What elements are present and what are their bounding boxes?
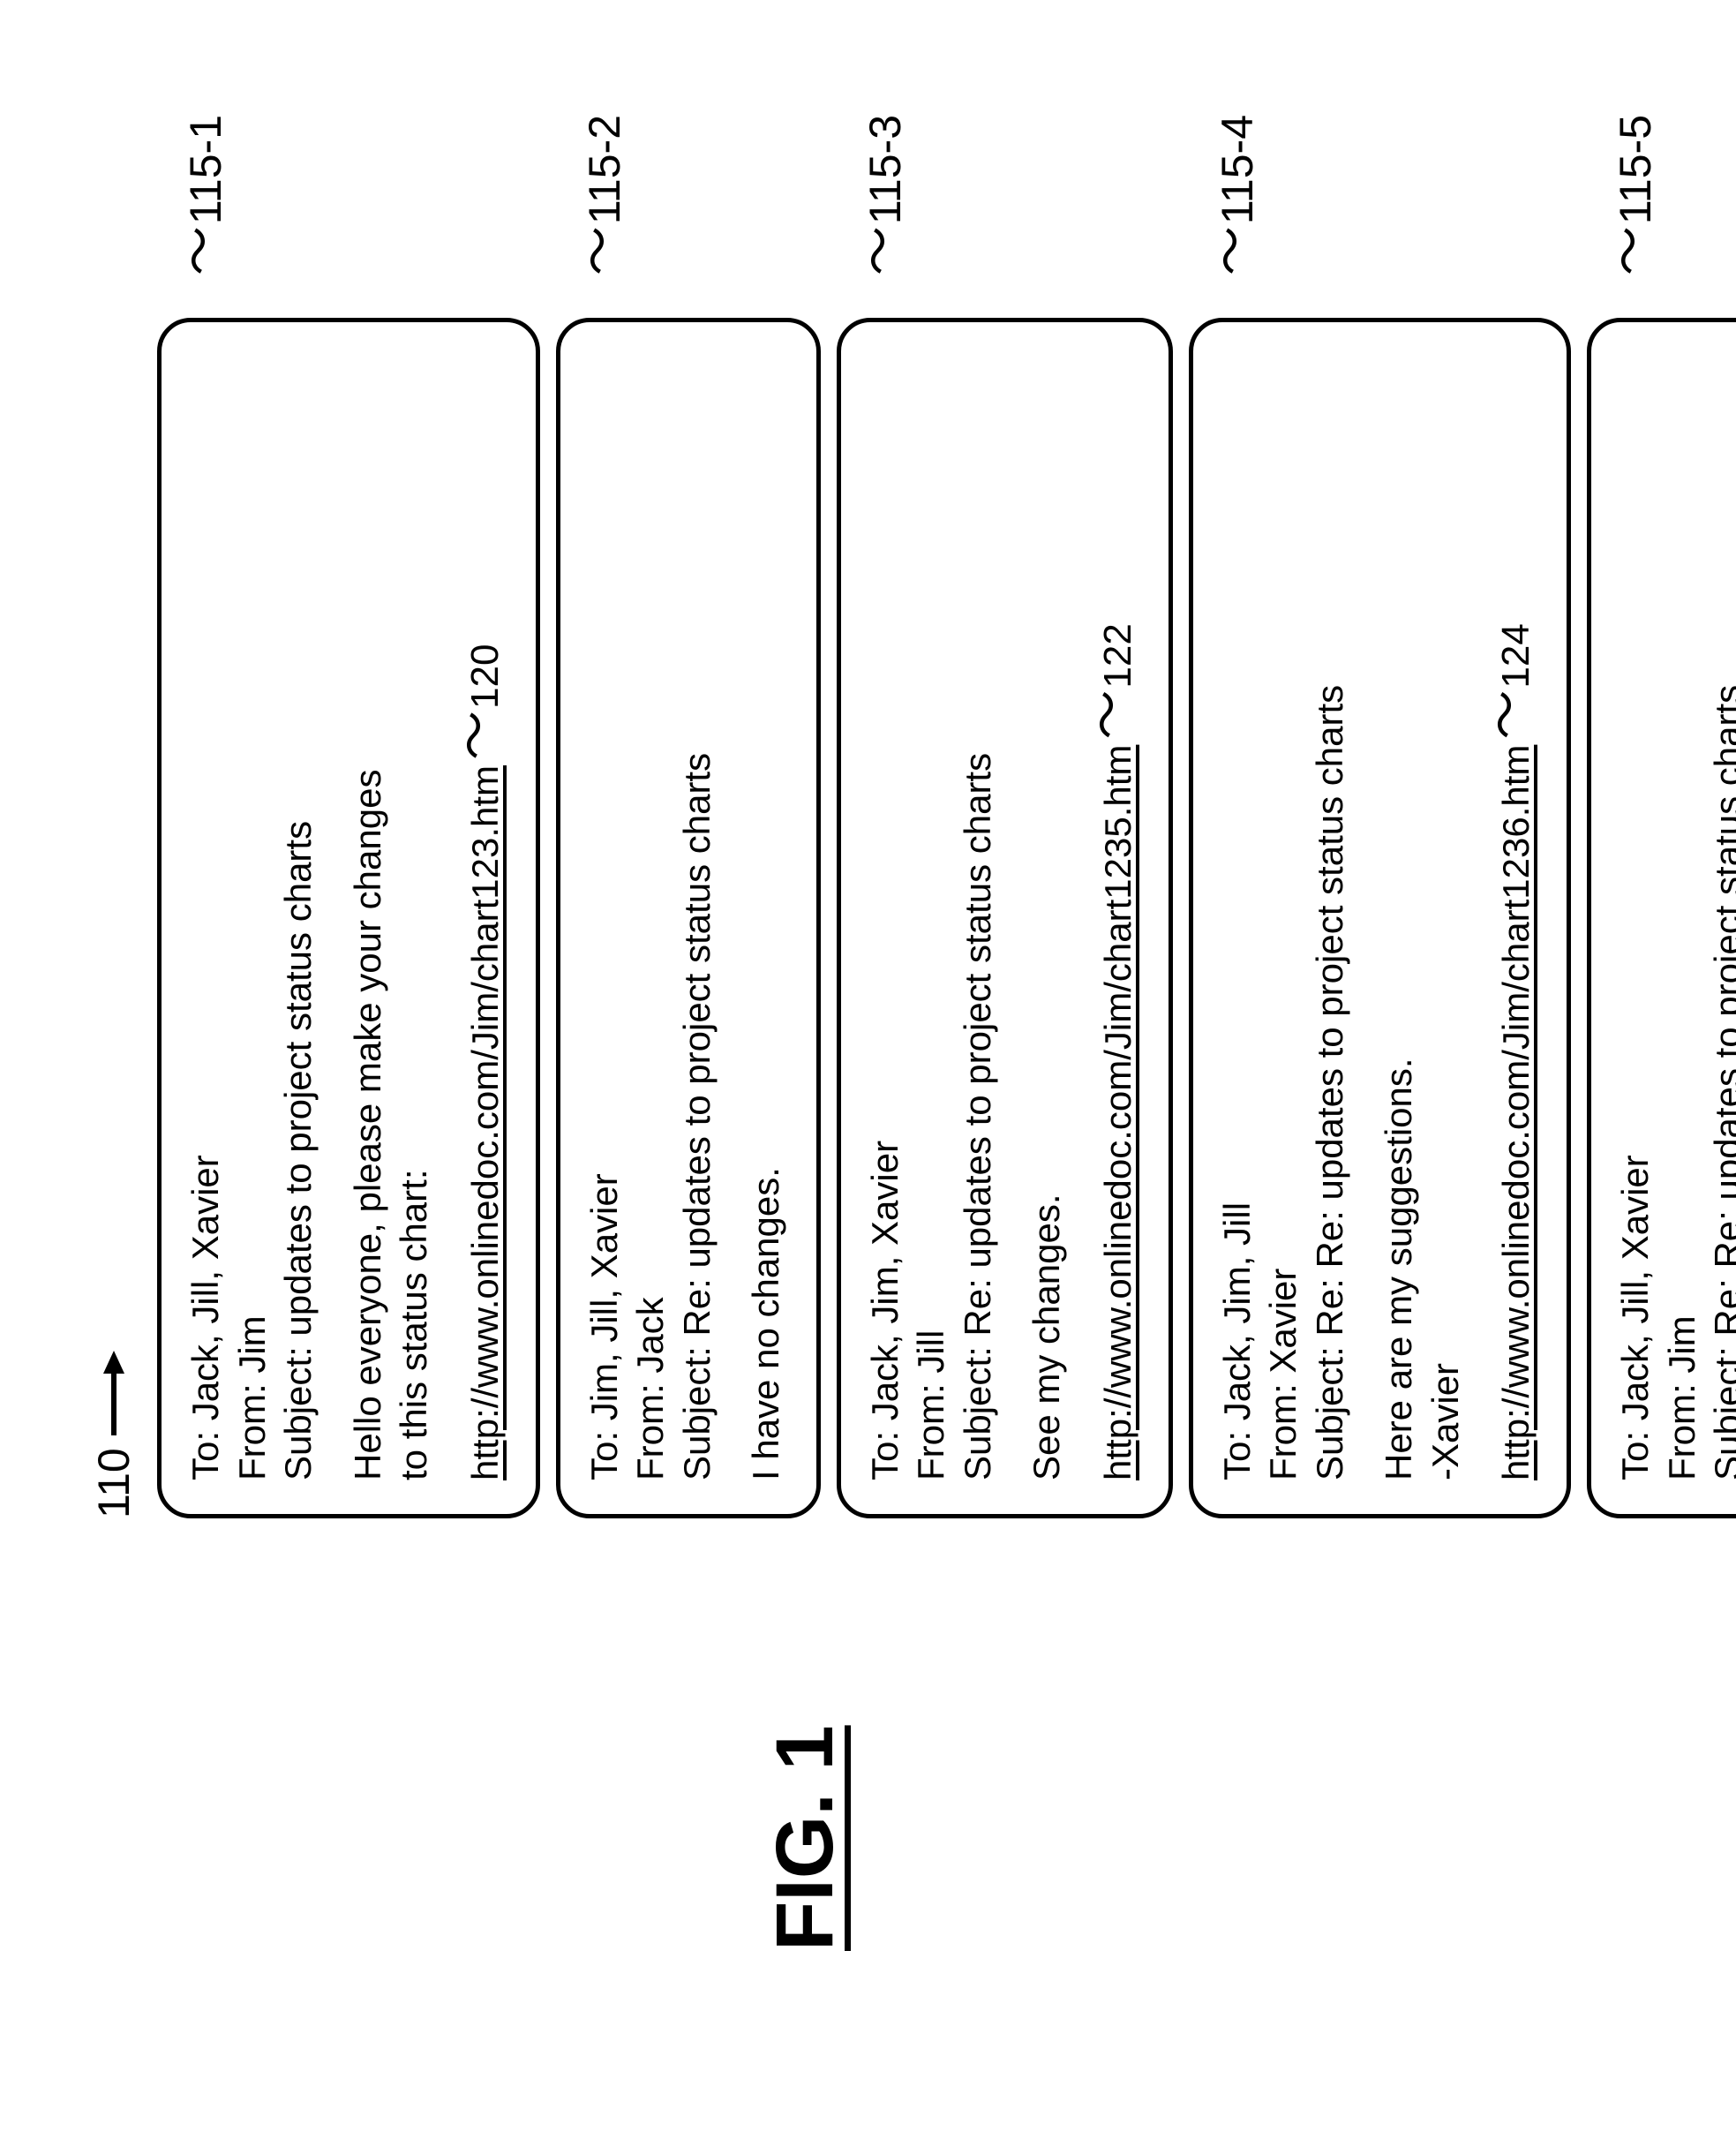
email-from: From: Jill — [908, 356, 955, 1480]
stack-ref-number: 110 — [88, 1448, 139, 1518]
link-ref-number: 124 — [1492, 623, 1540, 688]
email-to: To: Jack, Jim, Xavier — [862, 356, 909, 1480]
email-link[interactable]: http://www.onlinedoc.com/Jim/chart1236.h… — [1493, 745, 1540, 1480]
row-ref-number: 115-1 — [180, 115, 231, 224]
email-row: To: Jack, Jill, Xavier From: Jim Subject… — [157, 212, 540, 1518]
email-from: From: Xavier — [1260, 356, 1307, 1480]
row-ref: 〜115-4 — [1212, 115, 1263, 275]
email-body-line: Hello everyone, please make your changes — [345, 356, 392, 1480]
figure-label: FIG. 1 — [759, 1725, 852, 1951]
row-ref: 〜115-3 — [860, 115, 911, 275]
email-from: From: Jim — [1659, 356, 1706, 1480]
email-link[interactable]: http://www.onlinedoc.com/Jim/chart123.ht… — [462, 765, 509, 1480]
email-stack: 110 To: Jack, Jill, Xavier From: Jim Sub… — [88, 212, 1736, 1518]
email-subject: Subject: Re: Re: updates to project stat… — [1705, 356, 1736, 1480]
email-row: To: Jack, Jill, Xavier From: Jim Subject… — [1587, 212, 1736, 1518]
row-ref-number: 115-3 — [860, 115, 911, 224]
email-card: To: Jim, Jill, Xavier From: Jack Subject… — [556, 318, 821, 1518]
email-from: From: Jack — [628, 356, 674, 1480]
email-to: To: Jack, Jim, Jill — [1214, 356, 1261, 1480]
email-body-line: I have no changes. — [743, 356, 790, 1480]
link-ref-number: 122 — [1093, 623, 1142, 688]
email-card: To: Jack, Jill, Xavier From: Jim Subject… — [157, 318, 540, 1518]
email-card: To: Jack, Jim, Xavier From: Jill Subject… — [837, 318, 1173, 1518]
email-to: To: Jim, Jill, Xavier — [582, 356, 628, 1480]
email-body-line: to this status chart: — [391, 356, 438, 1480]
email-card: To: Jack, Jill, Xavier From: Jim Subject… — [1587, 318, 1736, 1518]
email-subject: Subject: updates to project status chart… — [275, 356, 322, 1480]
email-from: From: Jim — [229, 356, 276, 1480]
link-ref: 〜124 — [1492, 623, 1540, 739]
row-ref: 〜115-5 — [1610, 115, 1661, 275]
email-subject: Subject: Re: updates to project status c… — [674, 356, 721, 1480]
email-body-line: -Xavier — [1423, 356, 1469, 1480]
email-to: To: Jack, Jill, Xavier — [183, 356, 229, 1480]
email-body-line: Here are my suggestions. — [1376, 356, 1423, 1480]
row-ref-number: 115-5 — [1610, 115, 1661, 224]
email-row: To: Jack, Jim, Xavier From: Jill Subject… — [837, 212, 1173, 1518]
row-ref: 〜115-2 — [579, 115, 630, 275]
arrow-icon — [101, 1351, 126, 1435]
link-ref: 〜120 — [461, 644, 509, 760]
link-ref-number: 120 — [461, 644, 509, 709]
stack-ref-header: 110 — [88, 212, 139, 1518]
row-ref-number: 115-4 — [1212, 115, 1263, 224]
row-ref: 〜115-1 — [180, 115, 231, 275]
link-ref: 〜122 — [1093, 623, 1142, 739]
email-link[interactable]: http://www.onlinedoc.com/Jim/chart1235.h… — [1095, 745, 1142, 1480]
email-card: To: Jack, Jim, Jill From: Xavier Subject… — [1189, 318, 1572, 1518]
email-row: To: Jack, Jim, Jill From: Xavier Subject… — [1189, 212, 1572, 1518]
email-subject: Subject: Re: Re: updates to project stat… — [1307, 356, 1354, 1480]
rotated-stage: FIG. 1 110 To: Jack, Jill, Xavier From: … — [0, 0, 1736, 2154]
email-body-line: See my changes. — [1024, 356, 1071, 1480]
email-to: To: Jack, Jill, Xavier — [1612, 356, 1659, 1480]
row-ref-number: 115-2 — [579, 115, 630, 224]
email-row: To: Jim, Jill, Xavier From: Jack Subject… — [556, 212, 821, 1518]
email-subject: Subject: Re: updates to project status c… — [955, 356, 1002, 1480]
